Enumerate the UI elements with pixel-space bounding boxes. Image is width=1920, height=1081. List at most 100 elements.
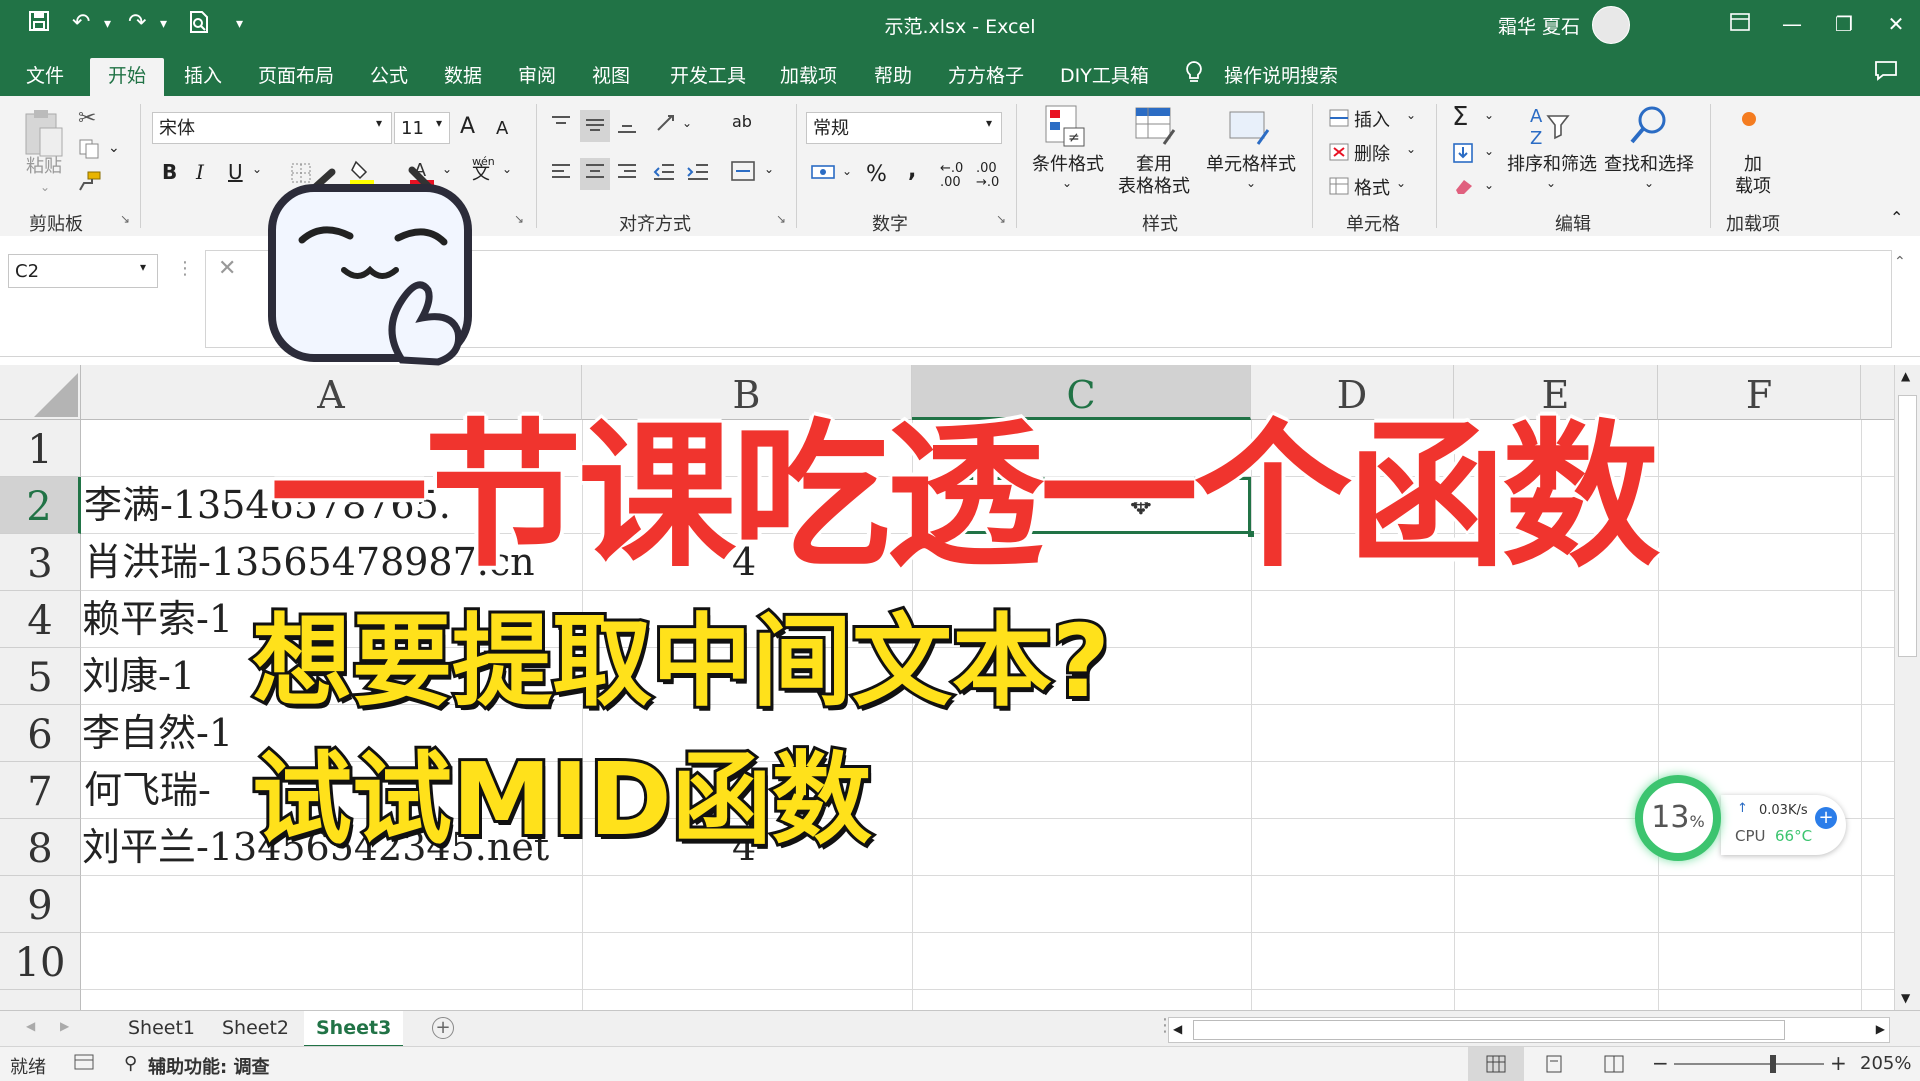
autosum-dropdown-icon[interactable]: ⌄ <box>1484 108 1494 122</box>
cell-a5[interactable]: 刘康-1 <box>82 648 195 705</box>
copy-dropdown-icon[interactable]: ⌄ <box>108 140 120 156</box>
column-header-f[interactable]: F <box>1658 365 1861 420</box>
tab-help[interactable]: 帮助 <box>856 58 930 96</box>
clear-dropdown-icon[interactable]: ⌄ <box>1484 178 1494 192</box>
accessibility-status[interactable]: 辅助功能: 调查 <box>148 1053 269 1079</box>
addins-icon[interactable] <box>1742 112 1756 126</box>
shrink-font-button[interactable]: A <box>496 118 508 139</box>
tab-data[interactable]: 数据 <box>426 58 500 96</box>
align-center-icon[interactable] <box>580 158 610 190</box>
number-format-dropdown-icon[interactable]: ▾ <box>986 116 992 130</box>
insert-cells-icon[interactable] <box>1328 108 1350 132</box>
underline-button[interactable]: U <box>228 160 243 184</box>
format-cells-icon[interactable] <box>1328 176 1350 200</box>
orientation-dropdown-icon[interactable]: ⌄ <box>682 116 692 130</box>
name-box[interactable]: C2 <box>8 254 158 288</box>
row-header-7[interactable]: 7 <box>0 762 81 819</box>
cut-icon[interactable]: ✂ <box>78 106 96 131</box>
wrap-text-button[interactable]: ab <box>732 112 752 131</box>
tab-review[interactable]: 审阅 <box>500 58 574 96</box>
cell-a6[interactable]: 李自然-1 <box>82 705 233 762</box>
clear-icon[interactable] <box>1452 176 1476 200</box>
column-header-g[interactable] <box>1861 365 1895 420</box>
row-header-3[interactable]: 3 <box>0 534 81 591</box>
delete-dropdown-icon[interactable]: ⌄ <box>1406 142 1416 156</box>
row-header-5[interactable]: 5 <box>0 648 81 705</box>
font-size-dropdown-icon[interactable]: ▾ <box>436 116 442 130</box>
zoom-out-button[interactable]: − <box>1652 1051 1669 1075</box>
bold-button[interactable]: B <box>162 160 177 184</box>
insert-cells-button[interactable]: 插入 <box>1354 106 1390 132</box>
autosum-button[interactable]: Σ <box>1452 102 1468 132</box>
tab-diy-toolbox[interactable]: DIY工具箱 <box>1042 58 1167 96</box>
row-header-10[interactable]: 10 <box>0 933 81 990</box>
cell-styles-dropdown-icon[interactable]: ⌄ <box>1246 176 1256 190</box>
tab-fangfang[interactable]: 方方格子 <box>930 58 1042 96</box>
merge-center-icon[interactable] <box>730 160 756 186</box>
font-name-select[interactable]: 宋体 <box>152 112 392 144</box>
increase-indent-icon[interactable] <box>686 162 710 186</box>
cell-a4[interactable]: 赖平索-1 <box>82 591 233 648</box>
sheet-tab-1[interactable]: Sheet1 <box>116 1011 207 1045</box>
boost-icon[interactable]: + <box>1815 807 1837 829</box>
sort-filter-icon[interactable]: AZ <box>1526 104 1572 152</box>
ribbon-display-options-icon[interactable] <box>1720 8 1760 40</box>
scroll-right-icon[interactable]: ▶ <box>1876 1022 1885 1036</box>
horizontal-scrollbar[interactable]: ◀ ▶ <box>1168 1017 1890 1043</box>
scroll-up-icon[interactable]: ▲ <box>1901 369 1910 383</box>
increase-decimal-button[interactable]: ←.0.00 <box>940 162 963 190</box>
find-select-icon[interactable] <box>1626 102 1672 152</box>
copy-icon[interactable] <box>78 138 100 164</box>
format-as-table-icon[interactable] <box>1134 104 1178 152</box>
accounting-dropdown-icon[interactable]: ⌄ <box>842 164 852 178</box>
vertical-scroll-thumb[interactable] <box>1898 395 1917 657</box>
cancel-entry-icon[interactable]: ✕ <box>218 256 236 281</box>
next-sheet-icon[interactable]: ▶ <box>60 1019 69 1033</box>
user-name[interactable]: 霜华 夏石 <box>1498 12 1580 39</box>
collapse-ribbon-icon[interactable]: ⌃ <box>1890 208 1903 227</box>
delete-cells-button[interactable]: 删除 <box>1354 140 1390 166</box>
row-header-9[interactable]: 9 <box>0 876 81 933</box>
zoom-level[interactable]: 205% <box>1860 1053 1911 1074</box>
decrease-decimal-button[interactable]: .00 →.0 <box>976 162 999 190</box>
format-dropdown-icon[interactable]: ⌄ <box>1396 176 1406 190</box>
scroll-down-icon[interactable]: ▼ <box>1901 991 1910 1005</box>
close-icon[interactable]: ✕ <box>1876 8 1916 40</box>
italic-button[interactable]: I <box>196 160 204 184</box>
tab-formulas[interactable]: 公式 <box>352 58 426 96</box>
cell-a7[interactable]: 何飞瑞- <box>84 762 211 819</box>
grow-font-button[interactable]: A <box>460 114 475 139</box>
tab-home[interactable]: 开始 <box>90 58 165 96</box>
previous-sheet-icon[interactable]: ◀ <box>26 1019 35 1033</box>
row-header-8[interactable]: 8 <box>0 819 81 876</box>
normal-view-button[interactable] <box>1468 1047 1524 1081</box>
merge-dropdown-icon[interactable]: ⌄ <box>764 162 774 176</box>
orientation-icon[interactable] <box>654 112 680 138</box>
number-format-select[interactable]: 常规 <box>806 112 1002 144</box>
align-bottom-icon[interactable] <box>616 114 638 138</box>
format-as-table-button[interactable]: 套用 表格格式 <box>1106 154 1202 198</box>
page-layout-view-icon[interactable] <box>1544 1055 1564 1078</box>
cell-styles-button[interactable]: 单元格样式 <box>1202 154 1300 176</box>
zoom-slider-thumb[interactable] <box>1770 1055 1776 1073</box>
tab-insert[interactable]: 插入 <box>166 58 240 96</box>
conditional-dropdown-icon[interactable]: ⌄ <box>1062 176 1072 190</box>
avatar[interactable] <box>1592 6 1630 44</box>
phonetic-dropdown-icon[interactable]: ⌄ <box>502 162 512 176</box>
tab-file[interactable]: 文件 <box>8 58 82 96</box>
zoom-in-button[interactable]: + <box>1830 1051 1847 1075</box>
row-header-11[interactable] <box>0 990 81 1010</box>
insert-dropdown-icon[interactable]: ⌄ <box>1406 108 1416 122</box>
macro-record-icon[interactable] <box>74 1053 94 1076</box>
minimize-icon[interactable]: — <box>1772 8 1812 40</box>
underline-dropdown-icon[interactable]: ⌄ <box>252 162 262 176</box>
align-top-icon[interactable] <box>550 114 572 138</box>
horizontal-scroll-thumb[interactable] <box>1193 1020 1785 1040</box>
find-select-button[interactable]: 查找和选择 <box>1600 154 1698 176</box>
tab-page-layout[interactable]: 页面布局 <box>240 58 352 96</box>
zoom-slider[interactable] <box>1674 1055 1824 1073</box>
alignment-launcher-icon[interactable]: ↘ <box>776 212 786 226</box>
scroll-left-icon[interactable]: ◀ <box>1173 1022 1182 1036</box>
row-header-4[interactable]: 4 <box>0 591 81 648</box>
new-sheet-icon[interactable]: + <box>432 1017 454 1039</box>
